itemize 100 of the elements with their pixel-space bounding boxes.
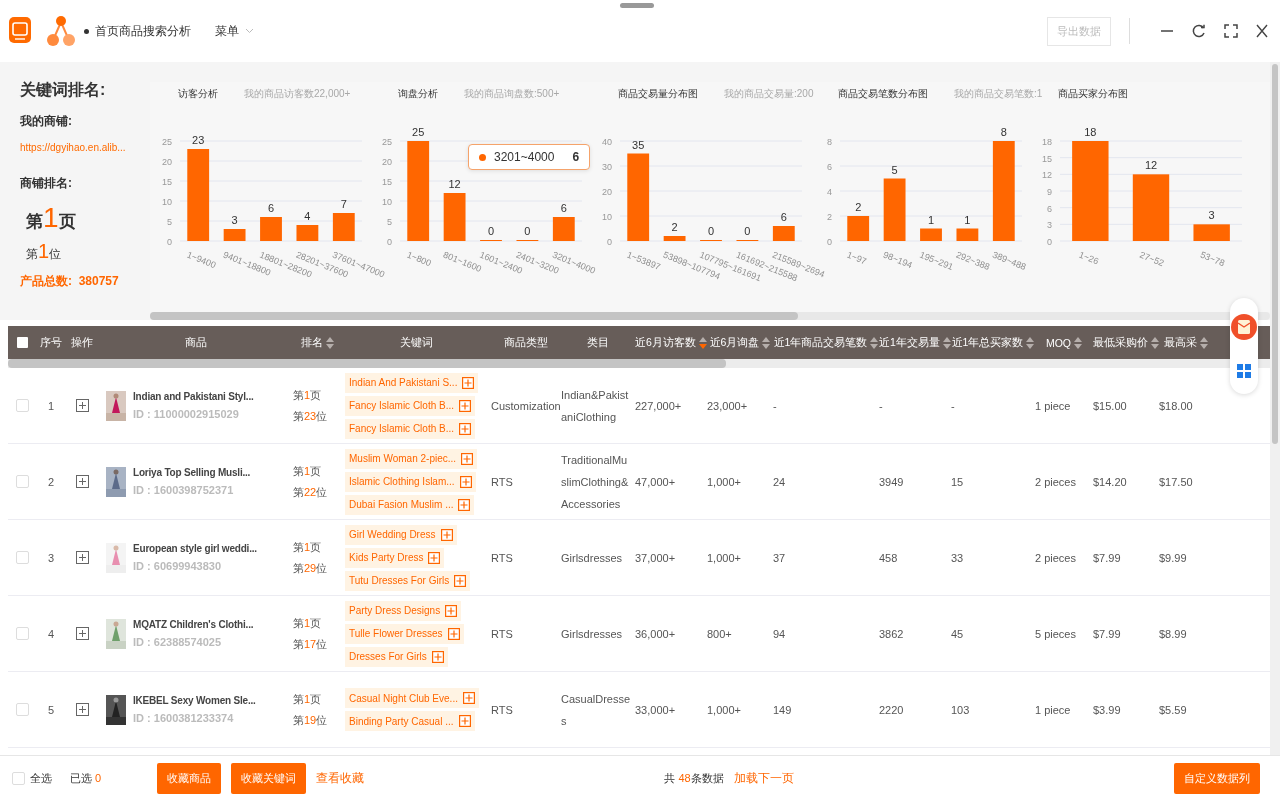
product-name[interactable]: Indian and Pakistani Styl... [133,391,254,402]
bar[interactable] [883,178,906,241]
sortable-column-header[interactable]: 排名 [300,335,334,350]
sort-icon[interactable] [698,336,707,349]
row-checkbox[interactable] [15,399,29,412]
shop-link[interactable]: https://dgyihao.en.alib... [20,142,126,153]
bar[interactable] [772,226,795,241]
bar[interactable] [1132,174,1170,241]
custom-columns-button[interactable]: 自定义数据列 [1174,762,1260,794]
menu-dropdown[interactable]: 菜单 [211,20,258,42]
row-checkbox[interactable] [15,475,29,488]
expand-icon[interactable] [75,399,89,412]
plus-icon[interactable] [459,399,472,412]
expand-icon[interactable] [75,551,89,564]
select-all-checkbox[interactable] [16,337,28,348]
bar[interactable] [847,216,870,241]
plus-icon[interactable] [431,650,444,663]
product-name[interactable]: MQATZ Children's Clothi... [133,619,254,630]
plus-icon[interactable] [458,715,471,727]
expand-icon[interactable] [75,627,89,640]
keyword-tag[interactable]: Indian And Pakistani S... [345,372,479,393]
bar[interactable] [187,149,210,241]
sortable-column-header[interactable]: 近1年交易量 [879,335,951,350]
close-icon[interactable] [1256,24,1268,38]
grid-icon[interactable] [1237,364,1251,378]
drag-handle[interactable] [620,3,654,8]
keyword-tag[interactable]: Tutu Dresses For Girls [345,570,471,591]
favorite-button[interactable]: 收藏商品 [157,762,222,794]
plus-icon[interactable] [459,422,472,435]
bar[interactable] [552,217,575,241]
sort-icon[interactable] [1151,336,1159,349]
bar[interactable] [627,153,650,241]
table-scrollbar[interactable] [8,359,1270,368]
envelope-icon[interactable] [1231,314,1257,340]
row-checkbox[interactable] [15,627,29,640]
select-all-label[interactable]: 全选 [30,770,52,786]
expand-icon[interactable] [75,703,89,716]
sort-icon[interactable] [325,336,334,349]
horizontal-scrollbar[interactable] [150,312,1270,320]
plus-icon[interactable] [462,692,475,704]
product-name[interactable]: IKEBEL Sexy Women Sle... [133,695,256,706]
keyword-tag[interactable]: Dresses For Girls [345,646,448,667]
bar[interactable] [1193,224,1230,241]
bar[interactable] [1072,141,1109,241]
plus-icon[interactable] [454,574,467,587]
bar[interactable] [920,228,942,241]
bar[interactable] [992,141,1015,241]
bar[interactable] [332,213,355,241]
bar[interactable] [956,228,979,241]
keyword-tag[interactable]: Fancy Islamic Cloth B... [345,395,476,416]
keyword-tag[interactable]: Kids Party Dress [345,547,445,568]
keyword-tag[interactable]: Girl Wedding Dress [345,524,457,545]
sortable-column-header[interactable]: 近1年总买家数 [951,335,1035,350]
plus-icon[interactable] [447,627,460,640]
sort-icon[interactable] [1074,336,1083,349]
sort-icon[interactable] [1026,336,1035,349]
row-checkbox[interactable] [15,703,29,716]
product-name[interactable]: Loriya Top Selling Musli... [133,467,251,478]
plus-icon[interactable] [428,551,441,564]
keyword-tag[interactable]: Casual Night Club Eve... [345,688,479,708]
expand-icon[interactable] [75,475,89,488]
sortable-column-header[interactable]: MOQ [1045,336,1083,349]
keyword-tag[interactable]: Muslim Woman 2-piec... [345,448,478,469]
keyword-tag[interactable]: Party Dress Designs [345,600,462,621]
select-all-checkbox[interactable] [12,771,25,785]
inquiries-cell: 23,000+ [707,399,748,412]
keyword-tag[interactable]: Fancy Islamic Cloth B... [345,418,476,439]
sort-icon[interactable] [870,336,879,349]
plus-icon[interactable] [440,528,453,541]
plus-icon[interactable] [462,376,475,389]
bar[interactable] [223,229,246,241]
load-more-link[interactable]: 加载下一页 [733,769,794,787]
bar[interactable] [296,225,319,241]
keyword-tag[interactable]: Binding Party Casual ... [345,711,475,731]
keyword-tag[interactable]: Dubai Fasion Muslim ... [345,494,475,515]
sort-icon[interactable] [1200,336,1208,349]
keyword-tag[interactable]: Islamic Clothing Islam... [345,471,476,492]
refresh-icon[interactable] [1192,24,1206,38]
plus-icon[interactable] [458,498,471,511]
sortable-column-header[interactable]: 近1年商品交易笔数 [773,335,879,350]
sort-icon[interactable] [942,336,951,349]
product-name[interactable]: European style girl weddi... [133,543,257,554]
favorites-link[interactable]: 查看收藏 [316,769,365,787]
sortable-column-header[interactable]: 最高采 [1164,335,1208,350]
vertical-scrollbar[interactable] [1270,62,1280,755]
fullscreen-icon[interactable] [1224,24,1238,38]
caret-icon[interactable] [245,28,254,34]
favorite-button[interactable]: 收藏关键词 [231,762,307,794]
plus-icon[interactable] [461,452,474,465]
sortable-column-header[interactable]: 最低采购价 [1093,335,1159,350]
sortable-column-header[interactable]: 近6月询盘 [709,335,771,350]
keyword-tag[interactable]: Tulle Flower Dresses [345,623,464,644]
row-checkbox[interactable] [15,551,29,564]
sort-icon[interactable] [762,336,771,349]
plus-icon[interactable] [459,475,472,488]
bar[interactable] [407,141,430,241]
bar[interactable] [443,193,466,241]
sortable-column-header[interactable]: 近6月访客数 [635,335,707,350]
plus-icon[interactable] [445,604,458,617]
bar[interactable] [663,236,686,241]
